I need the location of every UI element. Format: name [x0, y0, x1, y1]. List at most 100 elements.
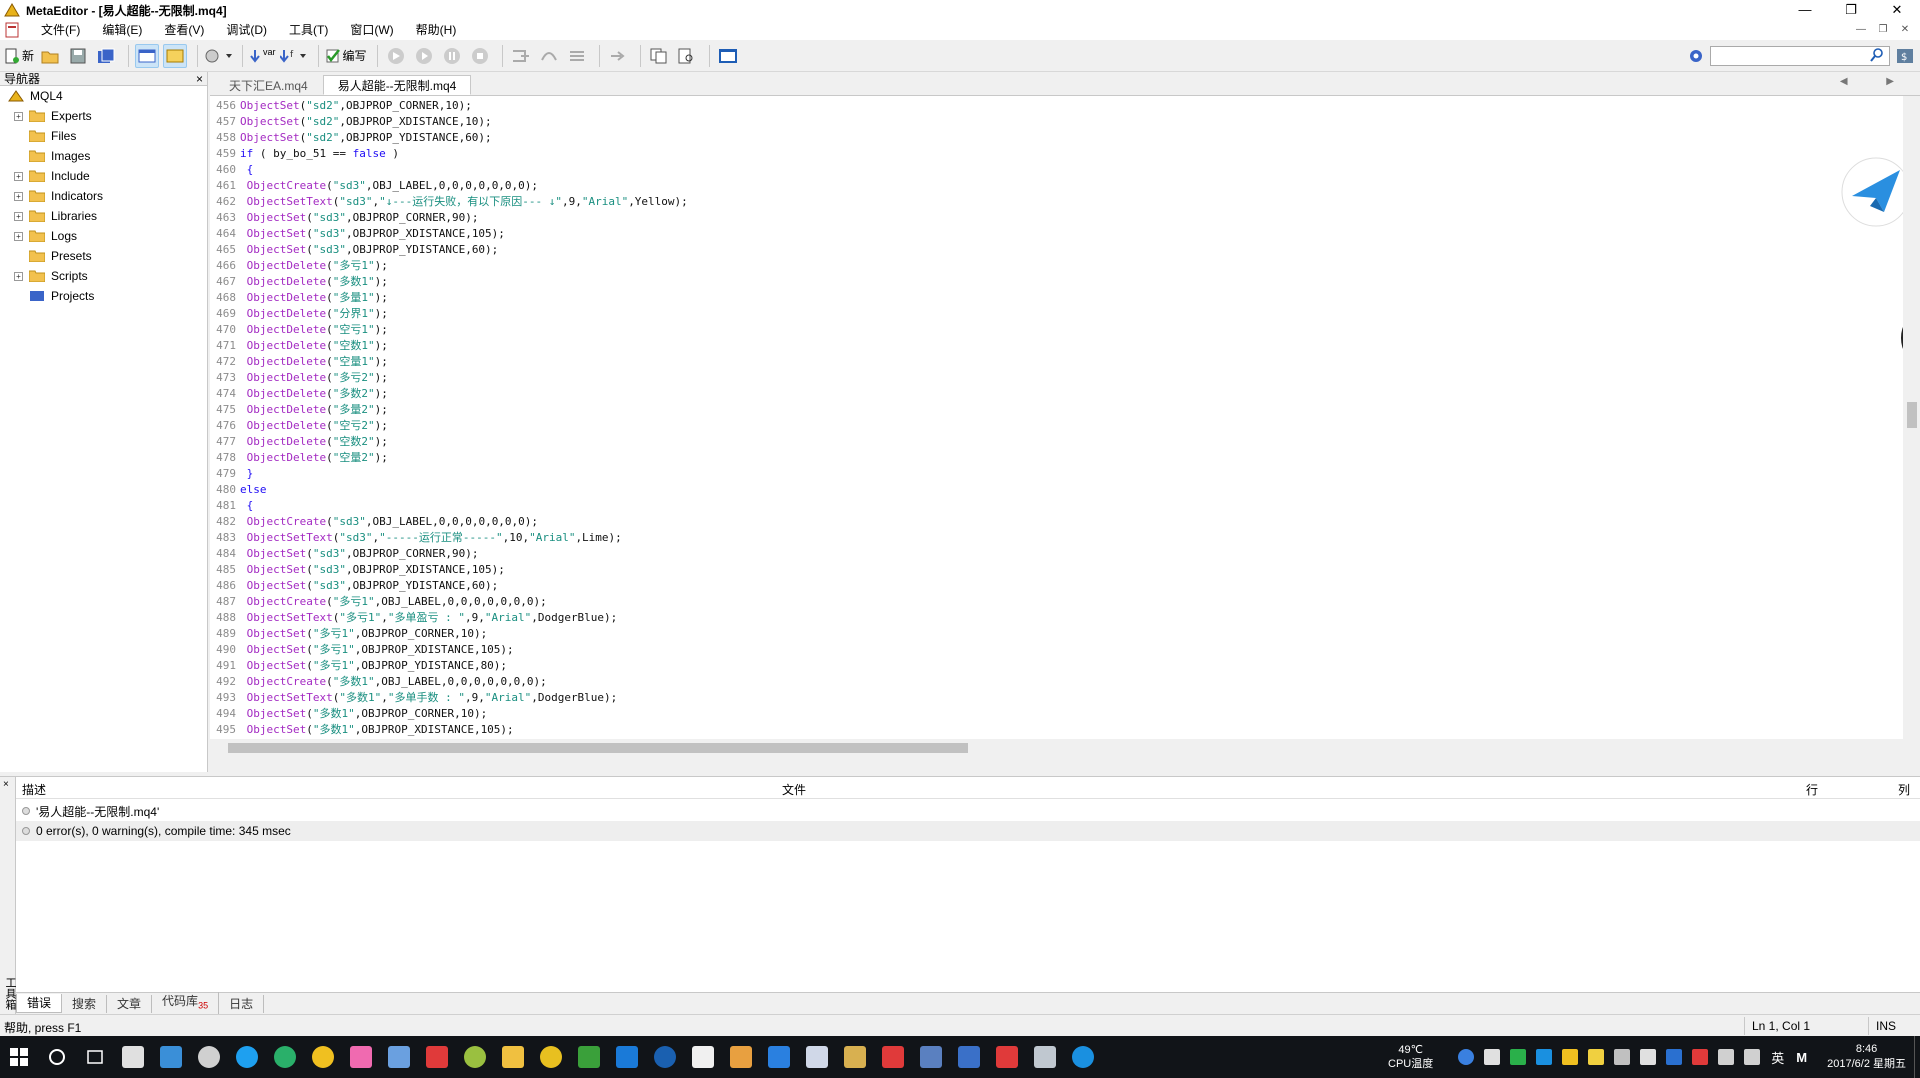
- tab-journal[interactable]: 日志: [219, 994, 265, 1013]
- taskbar-app[interactable]: [342, 1036, 380, 1078]
- taskbar-app[interactable]: [152, 1036, 190, 1078]
- vertical-scrollbar[interactable]: [1903, 96, 1920, 756]
- tray-app-icon[interactable]: [1484, 1049, 1501, 1065]
- taskbar-app[interactable]: [836, 1036, 874, 1078]
- tree-item-indicators[interactable]: + Indicators: [0, 186, 207, 206]
- clock[interactable]: 8:46 2017/6/2 星期五: [1827, 1042, 1906, 1072]
- code-line[interactable]: 492 ObjectCreate("多数1",OBJ_LABEL,0,0,0,0…: [210, 674, 1900, 690]
- taskbar-app[interactable]: [266, 1036, 304, 1078]
- code-line[interactable]: 468 ObjectDelete("多量1");: [210, 290, 1900, 306]
- tree-item-images[interactable]: Images: [0, 146, 207, 166]
- error-row[interactable]: 0 error(s), 0 warning(s), compile time: …: [16, 821, 1920, 841]
- expand-icon[interactable]: +: [14, 271, 23, 281]
- taskbar-app[interactable]: [304, 1036, 342, 1078]
- horizontal-scrollbar[interactable]: [210, 739, 1903, 756]
- run-to-cursor-button[interactable]: [606, 44, 630, 68]
- code-line[interactable]: 483 ObjectSetText("sd3","-----运行正常-----"…: [210, 530, 1900, 546]
- cpu-temperature[interactable]: 49℃ CPU温度: [1388, 1043, 1433, 1071]
- code-line[interactable]: 463 ObjectSet("sd3",OBJPROP_CORNER,90);: [210, 210, 1900, 226]
- menu-file[interactable]: 文件(F): [30, 20, 91, 40]
- tree-item-libraries[interactable]: + Libraries: [0, 206, 207, 226]
- taskbar-app[interactable]: [418, 1036, 456, 1078]
- code-line[interactable]: 466 ObjectDelete("多亏1");: [210, 258, 1900, 274]
- save-all-button[interactable]: [94, 44, 118, 68]
- taskbar-app[interactable]: [722, 1036, 760, 1078]
- code-line[interactable]: 465 ObjectSet("sd3",OBJPROP_YDISTANCE,60…: [210, 242, 1900, 258]
- tray-app-icon[interactable]: [1510, 1049, 1527, 1065]
- code-line[interactable]: 459 if ( by_bo_51 == false ): [210, 146, 1900, 162]
- save-button[interactable]: [66, 44, 90, 68]
- show-desktop-button[interactable]: [1914, 1036, 1920, 1078]
- step-into-button[interactable]: [509, 44, 533, 68]
- code-line[interactable]: 475 ObjectDelete("多量2");: [210, 402, 1900, 418]
- taskbar-app[interactable]: [988, 1036, 1026, 1078]
- expand-icon[interactable]: +: [14, 231, 23, 241]
- code-line[interactable]: 482 ObjectCreate("sd3",OBJ_LABEL,0,0,0,0…: [210, 514, 1900, 530]
- step-over-button[interactable]: [537, 44, 561, 68]
- tree-item-logs[interactable]: + Logs: [0, 226, 207, 246]
- play-button[interactable]: [412, 44, 436, 68]
- search-icon[interactable]: [1870, 48, 1884, 62]
- code-line[interactable]: 488 ObjectSetText("多亏1","多单盈亏 : ",9,"Ari…: [210, 610, 1900, 626]
- tray-app-icon[interactable]: [1588, 1049, 1605, 1065]
- search-options-icon[interactable]: [1688, 48, 1704, 64]
- taskbar-app[interactable]: [380, 1036, 418, 1078]
- code-line[interactable]: 493 ObjectSetText("多数1","多单手数 : ",9,"Ari…: [210, 690, 1900, 706]
- tab-yiren-chaoneng[interactable]: 易人超能--无限制.mq4: [322, 75, 472, 95]
- tray-app-icon[interactable]: [1640, 1049, 1657, 1065]
- tab-articles[interactable]: 文章: [107, 994, 153, 1013]
- code-line[interactable]: 462 ObjectSetText("sd3","↓---运行失败，有以下原因-…: [210, 194, 1900, 210]
- menu-view[interactable]: 查看(V): [153, 20, 215, 40]
- stop-button[interactable]: [468, 44, 492, 68]
- code-line[interactable]: 480 else: [210, 482, 1900, 498]
- network-icon[interactable]: [1718, 1049, 1735, 1065]
- code-line[interactable]: 489 ObjectSet("多亏1",OBJPROP_CORNER,10);: [210, 626, 1900, 642]
- code-line[interactable]: 472 ObjectDelete("空量1");: [210, 354, 1900, 370]
- tree-item-projects[interactable]: Projects: [0, 286, 207, 306]
- restore-button[interactable]: ❐: [1828, 0, 1874, 20]
- tray-app-icon[interactable]: [1692, 1049, 1709, 1065]
- volume-icon[interactable]: [1744, 1049, 1761, 1065]
- tree-item-presets[interactable]: Presets: [0, 246, 207, 266]
- code-line[interactable]: 477 ObjectDelete("空数2");: [210, 434, 1900, 450]
- search-taskbar-button[interactable]: [38, 1036, 76, 1078]
- code-line[interactable]: 495 ObjectSet("多数1",OBJPROP_XDISTANCE,10…: [210, 722, 1900, 738]
- code-line[interactable]: 456 ObjectSet("sd2",OBJPROP_CORNER,10);: [210, 98, 1900, 114]
- code-line[interactable]: 474 ObjectDelete("多数2");: [210, 386, 1900, 402]
- ime-mode[interactable]: M: [1796, 1050, 1807, 1065]
- toolbox-toggle-button[interactable]: [163, 43, 188, 68]
- tab-codebase[interactable]: 代码库35: [152, 992, 220, 1015]
- code-editor[interactable]: 456 ObjectSet("sd2",OBJPROP_CORNER,10); 45…: [210, 96, 1920, 756]
- taskbar-app[interactable]: [1064, 1036, 1102, 1078]
- expand-icon[interactable]: +: [14, 191, 23, 201]
- tab-errors[interactable]: 错误: [16, 994, 63, 1013]
- taskbar-app[interactable]: [114, 1036, 152, 1078]
- code-line[interactable]: 473 ObjectDelete("多亏2");: [210, 370, 1900, 386]
- navigator-close-button[interactable]: ×: [196, 72, 203, 86]
- taskbar-app[interactable]: [760, 1036, 798, 1078]
- taskbar-app[interactable]: [494, 1036, 532, 1078]
- step-out-button[interactable]: [565, 44, 589, 68]
- tree-item-scripts[interactable]: + Scripts: [0, 266, 207, 286]
- taskbar-app[interactable]: [646, 1036, 684, 1078]
- menu-edit[interactable]: 编辑(E): [91, 20, 153, 40]
- open-button[interactable]: [38, 44, 62, 68]
- insert-function-button[interactable]: f: [279, 44, 308, 68]
- search-input[interactable]: [1710, 46, 1890, 66]
- floating-bird-icon[interactable]: [1840, 156, 1912, 228]
- mdi-minimize-button[interactable]: —: [1850, 20, 1872, 40]
- column-description[interactable]: 描述: [22, 781, 46, 798]
- vertical-scroll-thumb[interactable]: [1907, 402, 1917, 428]
- code-line[interactable]: 484 ObjectSet("sd3",OBJPROP_CORNER,90);: [210, 546, 1900, 562]
- column-line[interactable]: 行: [1806, 781, 1818, 798]
- menu-tools[interactable]: 工具(T): [278, 20, 339, 40]
- tree-item-include[interactable]: + Include: [0, 166, 207, 186]
- code-line[interactable]: 479 }: [210, 466, 1900, 482]
- ime-language[interactable]: 英: [1771, 1048, 1784, 1067]
- minimize-button[interactable]: —: [1782, 0, 1828, 20]
- expand-icon[interactable]: +: [14, 171, 23, 181]
- code-line[interactable]: 478 ObjectDelete("空量2");: [210, 450, 1900, 466]
- tray-app-icon[interactable]: [1536, 1049, 1553, 1065]
- navigate-dropdown-button[interactable]: [204, 44, 233, 68]
- tree-item-files[interactable]: Files: [0, 126, 207, 146]
